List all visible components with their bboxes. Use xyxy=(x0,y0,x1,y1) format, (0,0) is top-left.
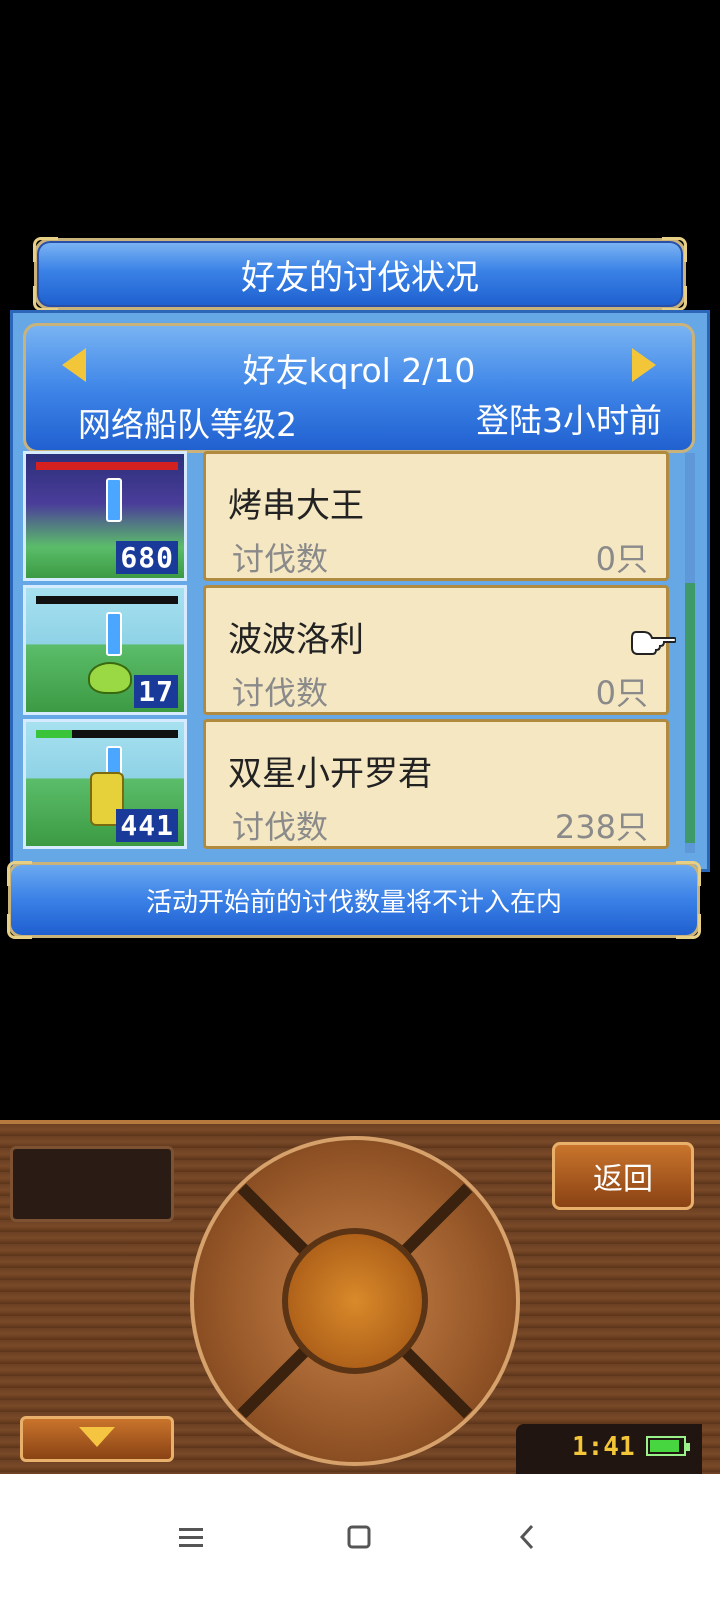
member-name: 双星小开罗君 xyxy=(228,754,432,794)
kill-label: 讨伐数 xyxy=(232,808,329,846)
friend-name-page: 好友kqrol 2/10 xyxy=(242,351,476,390)
friend-panel: 好友kqrol 2/10 网络船队等级2 登陆3小时前 680 烤串大王 讨伐数… xyxy=(10,310,710,872)
hp-bar xyxy=(36,730,178,738)
friend-card[interactable]: 波波洛利 讨伐数 0只 xyxy=(203,585,669,715)
kill-count: 0只 xyxy=(595,674,648,712)
member-name: 烤串大王 xyxy=(228,486,364,526)
monster-thumbnail: 441 xyxy=(23,719,187,849)
kill-label: 讨伐数 xyxy=(232,674,329,712)
scrollbar-thumb[interactable] xyxy=(685,583,695,843)
dpad-center-button[interactable] xyxy=(282,1228,428,1374)
clock: 1:41 xyxy=(572,1432,635,1462)
list-item[interactable]: 17 波波洛利 讨伐数 0只 xyxy=(23,585,683,715)
list-item[interactable]: 680 烤串大王 讨伐数 0只 xyxy=(23,451,683,581)
thumbnail-number: 680 xyxy=(116,541,178,574)
fleet-level: 网络船队等级2 xyxy=(78,405,297,444)
title-bar: 好友的讨伐状况 xyxy=(33,237,687,311)
page-title: 好友的讨伐状况 xyxy=(241,257,479,298)
system-navbar xyxy=(0,1474,720,1600)
status-box: 1:41 xyxy=(516,1424,702,1474)
list-item[interactable]: 441 双星小开罗君 讨伐数 238只 xyxy=(23,719,683,849)
menu-icon[interactable] xyxy=(166,1512,216,1562)
exclamation-icon xyxy=(106,478,122,522)
mini-screen xyxy=(10,1146,174,1222)
pointing-hand-icon xyxy=(631,631,676,655)
member-name: 波波洛利 xyxy=(228,620,364,660)
back-button[interactable]: 返回 xyxy=(552,1142,694,1210)
kill-label: 讨伐数 xyxy=(232,540,329,578)
thumbnail-number: 441 xyxy=(116,809,178,842)
kill-count: 238只 xyxy=(554,808,648,846)
kill-count: 0只 xyxy=(595,540,648,578)
down-arrow-icon xyxy=(79,1427,115,1447)
right-arrow-icon[interactable] xyxy=(632,348,656,382)
slime-icon xyxy=(88,662,132,694)
hp-bar xyxy=(36,596,178,604)
exclamation-icon xyxy=(106,612,122,656)
hp-bar xyxy=(36,462,178,470)
controller-panel: 返回 1:41 xyxy=(0,1120,720,1478)
last-login: 登陆3小时前 xyxy=(476,401,662,440)
down-button[interactable] xyxy=(20,1416,174,1462)
battery-icon xyxy=(646,1436,690,1456)
monster-thumbnail: 680 xyxy=(23,451,187,581)
friend-card[interactable]: 烤串大王 讨伐数 0只 xyxy=(203,451,669,581)
notice-text: 活动开始前的讨伐数量将不计入在内 xyxy=(145,887,562,918)
dpad[interactable] xyxy=(190,1136,520,1466)
home-icon[interactable] xyxy=(334,1512,384,1562)
notice-bar: 活动开始前的讨伐数量将不计入在内 xyxy=(7,861,701,939)
back-icon[interactable] xyxy=(502,1512,552,1562)
monster-thumbnail: 17 xyxy=(23,585,187,715)
friend-header: 好友kqrol 2/10 网络船队等级2 登陆3小时前 xyxy=(23,323,695,453)
thumbnail-number: 17 xyxy=(134,675,178,708)
friend-card[interactable]: 双星小开罗君 讨伐数 238只 xyxy=(203,719,669,849)
